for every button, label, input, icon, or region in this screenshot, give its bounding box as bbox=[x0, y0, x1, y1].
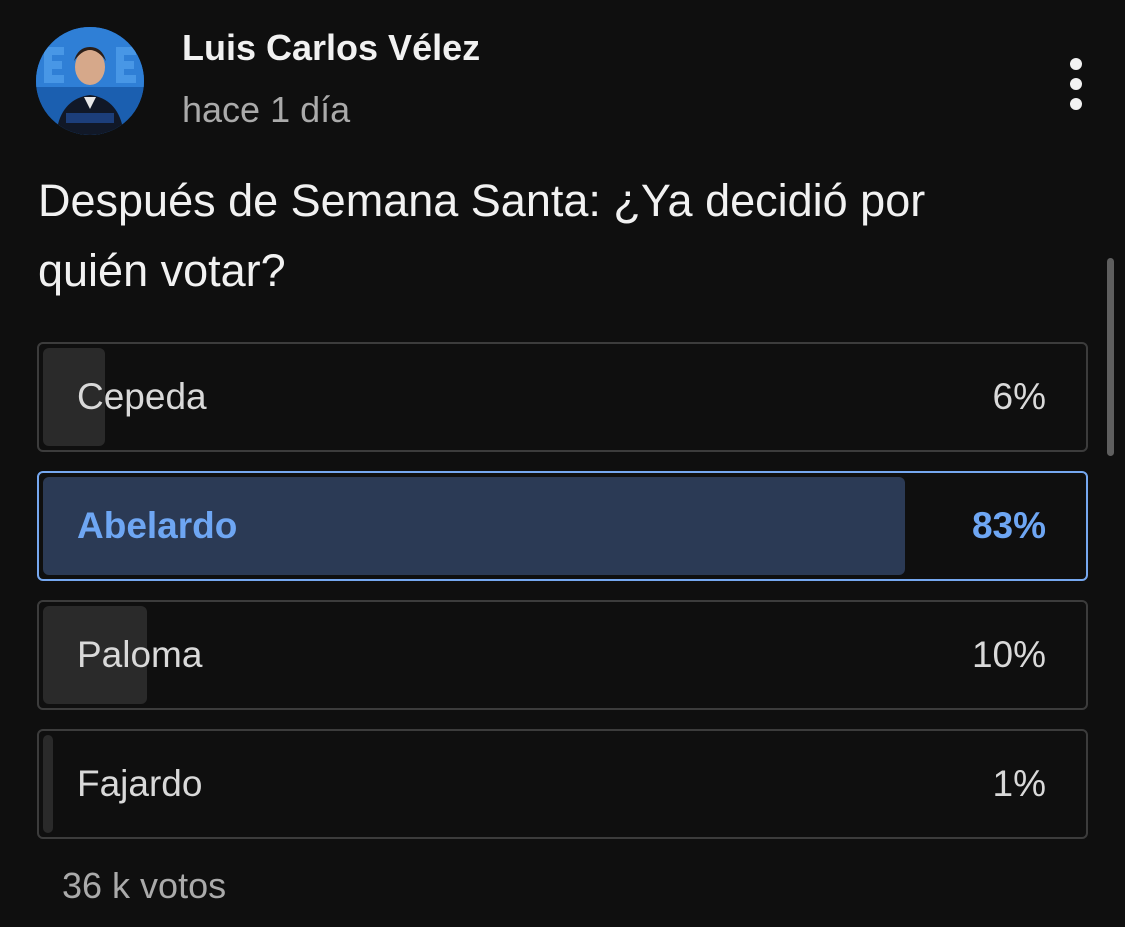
menu-dot bbox=[1070, 98, 1082, 110]
avatar[interactable] bbox=[36, 27, 144, 135]
menu-dot bbox=[1070, 58, 1082, 70]
vote-count: 36 k votos bbox=[62, 865, 227, 906]
poll-option-percent: 1% bbox=[992, 763, 1046, 804]
author-name[interactable]: Luis Carlos Vélez bbox=[182, 26, 480, 70]
poll-option-fajardo[interactable]: Fajardo 1% bbox=[37, 729, 1088, 839]
menu-dot bbox=[1070, 78, 1082, 90]
poll-option-label: Paloma bbox=[77, 634, 203, 675]
more-options-icon[interactable] bbox=[1056, 54, 1098, 114]
poll-option-cepeda[interactable]: Cepeda 6% bbox=[37, 342, 1088, 452]
avatar-image bbox=[36, 27, 144, 135]
poll-option-label: Cepeda bbox=[77, 376, 207, 417]
post-timestamp: hace 1 día bbox=[182, 89, 351, 130]
poll-option-abelardo[interactable]: Abelardo 83% bbox=[37, 471, 1088, 581]
poll-option-percent: 83% bbox=[971, 505, 1046, 546]
poll-option-percent: 6% bbox=[992, 376, 1046, 417]
poll-option-label: Abelardo bbox=[77, 505, 238, 546]
poll-result-bar bbox=[43, 735, 53, 833]
scrollbar[interactable] bbox=[1107, 258, 1114, 456]
poll-question: Después de Semana Santa: ¿Ya decidió por… bbox=[38, 175, 926, 296]
poll-option-paloma[interactable]: Paloma 10% bbox=[37, 600, 1088, 710]
poll-option-percent: 10% bbox=[971, 634, 1046, 675]
poll-option-label: Fajardo bbox=[77, 763, 203, 804]
